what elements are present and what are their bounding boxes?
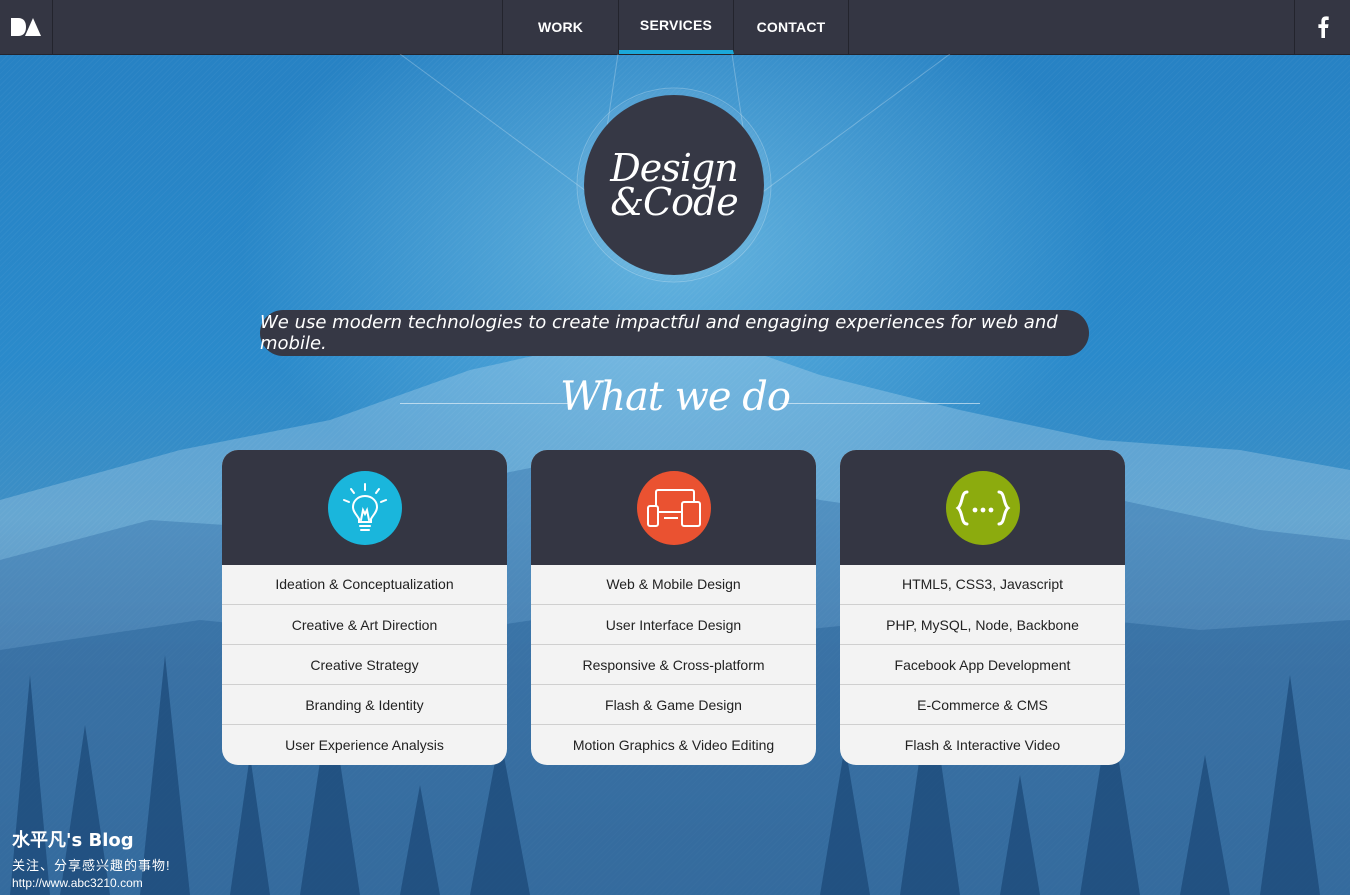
section-title: What we do (560, 374, 791, 420)
list-item: Flash & Interactive Video (840, 724, 1125, 764)
main-nav: WORK SERVICES CONTACT (502, 0, 849, 54)
list-item: HTML5, CSS3, Javascript (901, 576, 1064, 592)
design-code-emblem: Design &Code (584, 95, 764, 275)
list-item: User Experience Analysis (222, 724, 507, 764)
list-item: Web & Mobile Design (606, 576, 741, 592)
service-card-design: Web & Mobile Design User Interface Desig… (531, 450, 816, 765)
list-item: E-Commerce & CMS (840, 684, 1125, 724)
watermark-subtitle: 关注、分享感兴趣的事物! (12, 858, 171, 873)
nav-work[interactable]: WORK (503, 0, 619, 54)
service-card-ideation: Ideation & Conceptualization Creative & … (222, 450, 507, 765)
watermark-url: http://www.abc3210.com (12, 876, 143, 890)
section-heading: What we do (0, 370, 1350, 434)
code-braces-icon (955, 490, 1010, 525)
lightbulb-icon-circle (327, 470, 402, 545)
list-item: Facebook App Development (840, 644, 1125, 684)
card-header (222, 450, 507, 565)
service-list: Web & Mobile Design User Interface Desig… (531, 565, 816, 764)
facebook-icon (1317, 16, 1329, 38)
list-item: Motion Graphics & Video Editing (531, 724, 816, 764)
card-header (840, 450, 1125, 565)
tagline: We use modern technologies to create imp… (260, 310, 1089, 356)
top-navigation-bar: WORK SERVICES CONTACT (0, 0, 1350, 55)
facebook-link[interactable] (1294, 0, 1350, 54)
list-item: Creative & Art Direction (222, 604, 507, 644)
list-item: Flash & Game Design (531, 684, 816, 724)
nav-contact[interactable]: CONTACT (734, 0, 849, 54)
service-card-development: HTML5, CSS3, Javascript PHP, MySQL, Node… (840, 450, 1125, 765)
list-item: Creative Strategy (222, 644, 507, 684)
service-list: Ideation & Conceptualization Creative & … (222, 565, 507, 764)
emblem-line-code: &Code (610, 180, 739, 224)
list-item: User Interface Design (531, 604, 816, 644)
lightbulb-icon (342, 482, 387, 531)
list-item: PHP, MySQL, Node, Backbone (840, 604, 1125, 644)
watermark-title: 水平凡's Blog (12, 830, 134, 851)
da-logo-icon (11, 18, 41, 36)
list-item: Responsive & Cross-platform (531, 644, 816, 684)
list-item: Branding & Identity (222, 684, 507, 724)
code-braces-icon-circle (945, 470, 1020, 545)
card-header (531, 450, 816, 565)
list-item: Ideation & Conceptualization (275, 576, 454, 592)
logo-link[interactable] (0, 0, 53, 54)
service-list: HTML5, CSS3, Javascript PHP, MySQL, Node… (840, 565, 1125, 764)
nav-services-label: SERVICES (639, 17, 713, 33)
nav-work-label: WORK (537, 19, 584, 35)
blog-watermark: 水平凡's Blog 关注、分享感兴趣的事物! http://www.abc32… (12, 826, 171, 890)
devices-icon (646, 488, 701, 527)
nav-services[interactable]: SERVICES (619, 0, 734, 54)
nav-contact-label: CONTACT (756, 19, 826, 35)
devices-icon-circle (636, 470, 711, 545)
